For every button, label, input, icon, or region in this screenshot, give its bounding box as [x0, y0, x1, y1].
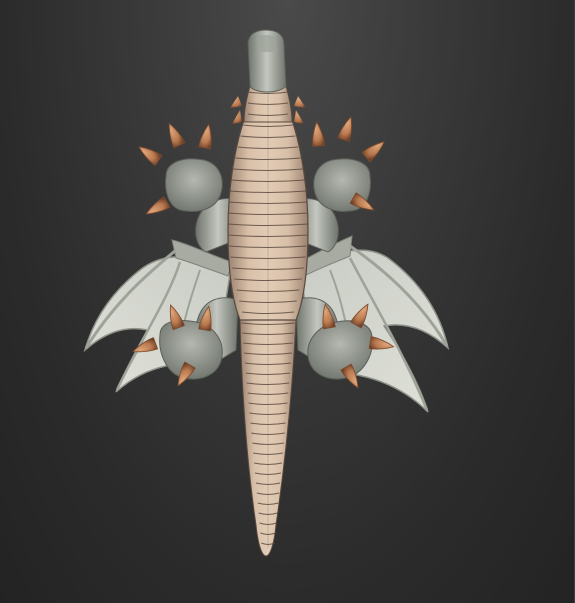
claw	[361, 141, 385, 163]
claw	[337, 115, 352, 142]
claw	[168, 122, 186, 149]
claw	[198, 123, 212, 150]
claw	[145, 196, 171, 215]
dragon-model[interactable]	[0, 0, 575, 603]
3d-viewport[interactable]	[0, 0, 575, 603]
claw	[312, 121, 326, 147]
head	[247, 29, 287, 93]
claw	[138, 146, 163, 167]
